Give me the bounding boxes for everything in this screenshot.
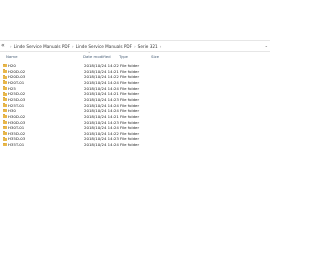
folder-icon (3, 91, 7, 96)
folder-icon (3, 80, 7, 85)
column-header-type[interactable]: Type (119, 54, 128, 59)
chevron-left-icon[interactable]: « (1, 42, 5, 49)
breadcrumb-item[interactable]: Serie 321 (138, 44, 158, 49)
folder-icon (3, 114, 7, 119)
column-header-name[interactable]: Name (6, 54, 17, 59)
file-date-modified: 2018/10/24 14:24 (84, 142, 119, 148)
breadcrumb-item[interactable]: Linde Service Manuals PDF (76, 44, 132, 49)
folder-icon (3, 103, 7, 107)
column-header-date-modified[interactable]: Date modified (83, 54, 111, 59)
file-name: H35T-01 (8, 142, 25, 148)
folder-icon (3, 142, 7, 147)
breadcrumb-separator-icon: › (10, 43, 12, 49)
folder-icon (3, 108, 7, 113)
breadcrumb-separator-icon: › (72, 43, 74, 49)
folder-icon (3, 119, 7, 124)
breadcrumb-separator-icon: › (159, 43, 162, 49)
file-type: File folder (120, 142, 140, 148)
column-header-size[interactable]: Size (151, 54, 159, 59)
folder-icon (3, 136, 7, 141)
folder-icon (3, 125, 7, 130)
folder-icon (3, 74, 7, 79)
file-list: Name ^ Date modified Type Size H20 2018/1… (0, 50, 270, 270)
breadcrumb-item[interactable]: Linde Service Manuals PDF (14, 44, 70, 49)
folder-icon (3, 97, 7, 102)
folder-icon (3, 69, 7, 73)
folder-icon (3, 131, 7, 136)
chevron-down-icon[interactable]: ⌄ (265, 43, 268, 48)
breadcrumb-separator-icon: › (134, 43, 136, 49)
folder-icon (3, 86, 7, 90)
table-row[interactable]: H35T-01 2018/10/24 14:24 File folder (1, 142, 270, 148)
folder-icon (3, 63, 7, 68)
column-header-row: Name ^ Date modified Type Size (0, 51, 270, 60)
window-toolbar-area (0, 0, 270, 30)
